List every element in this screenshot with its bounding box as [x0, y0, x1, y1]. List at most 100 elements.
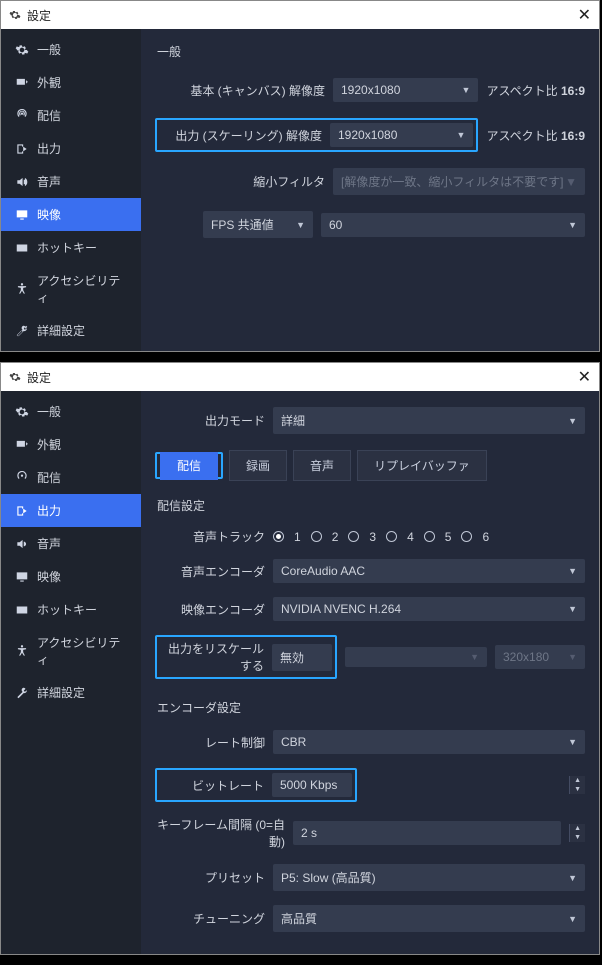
keyboard-icon	[15, 241, 29, 255]
main-panel-video: 一般 基本 (キャンバス) 解像度 1920x1080 ▼ アスペクト比 16:…	[141, 29, 599, 351]
filter-select: [解像度が一致、縮小フィルタは不要です] ▼	[333, 168, 585, 195]
fps-mode-select[interactable]: FPS 共通値 ▼	[203, 211, 313, 238]
tab-record[interactable]: 録画	[229, 450, 287, 481]
sidebar: 一般 外観 配信 出力 音声 映像 ホットキー アクセシビリティ 詳細設定	[1, 29, 141, 351]
tab-replay[interactable]: リプレイバッファ	[357, 450, 487, 481]
tuning-select[interactable]: 高品質 ▼	[273, 905, 585, 932]
audio-track-label: 音声トラック	[155, 528, 265, 545]
fps-value-select[interactable]: 60 ▼	[321, 213, 585, 237]
keyframe-input[interactable]: 2 s	[293, 821, 561, 845]
chevron-down-icon: ▼	[470, 652, 479, 662]
tab-stream[interactable]: 配信	[160, 452, 218, 480]
track-radio-6[interactable]	[461, 531, 472, 542]
sidebar-item-accessibility[interactable]: アクセシビリティ	[1, 264, 141, 314]
window-title: 設定	[27, 369, 51, 386]
sidebar-item-hotkeys[interactable]: ホットキー	[1, 593, 141, 626]
sidebar-item-output[interactable]: 出力	[1, 132, 141, 165]
sidebar-item-audio[interactable]: 音声	[1, 527, 141, 560]
bitrate-spinner[interactable]: ▲▼	[569, 776, 585, 794]
track-radio-3[interactable]	[348, 531, 359, 542]
rescale-select[interactable]: 無効	[272, 644, 332, 671]
preset-label: プリセット	[155, 869, 265, 886]
section-title: 一般	[157, 43, 585, 60]
sidebar-label: ホットキー	[37, 239, 97, 256]
output-mode-label: 出力モード	[155, 412, 265, 429]
gear-icon	[9, 371, 21, 383]
tools-icon	[15, 324, 29, 338]
sidebar-item-audio[interactable]: 音声	[1, 165, 141, 198]
sidebar-item-advanced[interactable]: 詳細設定	[1, 676, 141, 709]
rescale-res-select: 320x180 ▼	[495, 645, 585, 669]
sidebar-item-stream[interactable]: 配信	[1, 99, 141, 132]
titlebar: 設定 ✕	[1, 1, 599, 29]
sidebar-label: 一般	[37, 41, 61, 58]
sidebar-item-general[interactable]: 一般	[1, 33, 141, 66]
sidebar-item-stream[interactable]: 配信	[1, 461, 141, 494]
sidebar-item-video[interactable]: 映像	[1, 198, 141, 231]
aspect-value: 16:9	[561, 84, 585, 98]
track-radio-2[interactable]	[311, 531, 322, 542]
monitor-icon	[15, 570, 29, 584]
track-radio-4[interactable]	[386, 531, 397, 542]
sidebar-label: 映像	[37, 206, 61, 223]
close-button[interactable]: ✕	[578, 5, 591, 25]
sidebar-item-advanced[interactable]: 詳細設定	[1, 314, 141, 347]
output-resolution-select[interactable]: 1920x1080 ▼	[330, 123, 473, 147]
monitor-icon	[15, 208, 29, 222]
bitrate-label: ビットレート	[160, 777, 264, 794]
base-resolution-select[interactable]: 1920x1080 ▼	[333, 78, 478, 102]
track-radio-1[interactable]	[273, 531, 284, 542]
sidebar-item-output[interactable]: 出力	[1, 494, 141, 527]
video-encoder-select[interactable]: NVIDIA NVENC H.264 ▼	[273, 597, 585, 621]
sidebar-label: 一般	[37, 403, 61, 420]
audio-encoder-select[interactable]: CoreAudio AAC ▼	[273, 559, 585, 583]
rescale-filter-select: ▼	[345, 647, 487, 667]
sidebar-label: 映像	[37, 568, 61, 585]
output-mode-value: 詳細	[281, 412, 305, 429]
sidebar-label: 出力	[37, 502, 61, 519]
output-icon	[15, 504, 29, 518]
titlebar: 設定 ✕	[1, 363, 599, 391]
chevron-down-icon: ▼	[568, 737, 577, 747]
sidebar-item-hotkeys[interactable]: ホットキー	[1, 231, 141, 264]
sidebar-item-general[interactable]: 一般	[1, 395, 141, 428]
keyframe-spinner[interactable]: ▲▼	[569, 824, 585, 842]
filter-value: [解像度が一致、縮小フィルタは不要です]	[341, 173, 563, 190]
track-num: 4	[407, 530, 414, 544]
close-button[interactable]: ✕	[578, 367, 591, 387]
audio-track-radios: 1 2 3 4 5 6	[273, 530, 489, 544]
bitrate-input[interactable]: 5000 Kbps	[272, 773, 352, 797]
chevron-down-icon: ▼	[568, 873, 577, 883]
base-resolution-value: 1920x1080	[341, 83, 400, 97]
settings-window-video: 設定 ✕ 一般 外観 配信 出力 音声 映像 ホットキー アクセシビリティ 詳細…	[0, 0, 600, 352]
output-mode-select[interactable]: 詳細 ▼	[273, 407, 585, 434]
chevron-up-icon[interactable]: ▲	[570, 824, 585, 833]
antenna-icon	[15, 471, 29, 485]
sidebar-item-appearance[interactable]: 外観	[1, 428, 141, 461]
track-num: 2	[332, 530, 339, 544]
track-radio-5[interactable]	[424, 531, 435, 542]
rate-control-select[interactable]: CBR ▼	[273, 730, 585, 754]
aspect-value: 16:9	[561, 129, 585, 143]
sidebar: 一般 外観 配信 出力 音声 映像 ホットキー アクセシビリティ 詳細設定	[1, 391, 141, 954]
main-panel-output: 出力モード 詳細 ▼ 配信 録画 音声 リプレイバッファ 配信設定 音声トラック…	[141, 391, 599, 954]
rescale-res-value: 320x180	[503, 650, 549, 664]
stream-settings-title: 配信設定	[157, 497, 585, 514]
output-resolution-value: 1920x1080	[338, 128, 397, 142]
chevron-down-icon: ▼	[568, 604, 577, 614]
sidebar-item-video[interactable]: 映像	[1, 560, 141, 593]
appearance-icon	[15, 76, 29, 90]
gear-icon	[9, 9, 21, 21]
tab-audio[interactable]: 音声	[293, 450, 351, 481]
chevron-down-icon[interactable]: ▼	[570, 833, 585, 842]
keyboard-icon	[15, 603, 29, 617]
aspect-label: アスペクト比	[486, 129, 561, 143]
bitrate-value: 5000 Kbps	[280, 778, 337, 792]
sidebar-item-appearance[interactable]: 外観	[1, 66, 141, 99]
preset-select[interactable]: P5: Slow (高品質) ▼	[273, 864, 585, 891]
sidebar-label: 詳細設定	[37, 684, 85, 701]
sidebar-item-accessibility[interactable]: アクセシビリティ	[1, 626, 141, 676]
window-title: 設定	[27, 7, 51, 24]
chevron-up-icon[interactable]: ▲	[570, 776, 585, 785]
rate-control-label: レート制御	[155, 734, 265, 751]
